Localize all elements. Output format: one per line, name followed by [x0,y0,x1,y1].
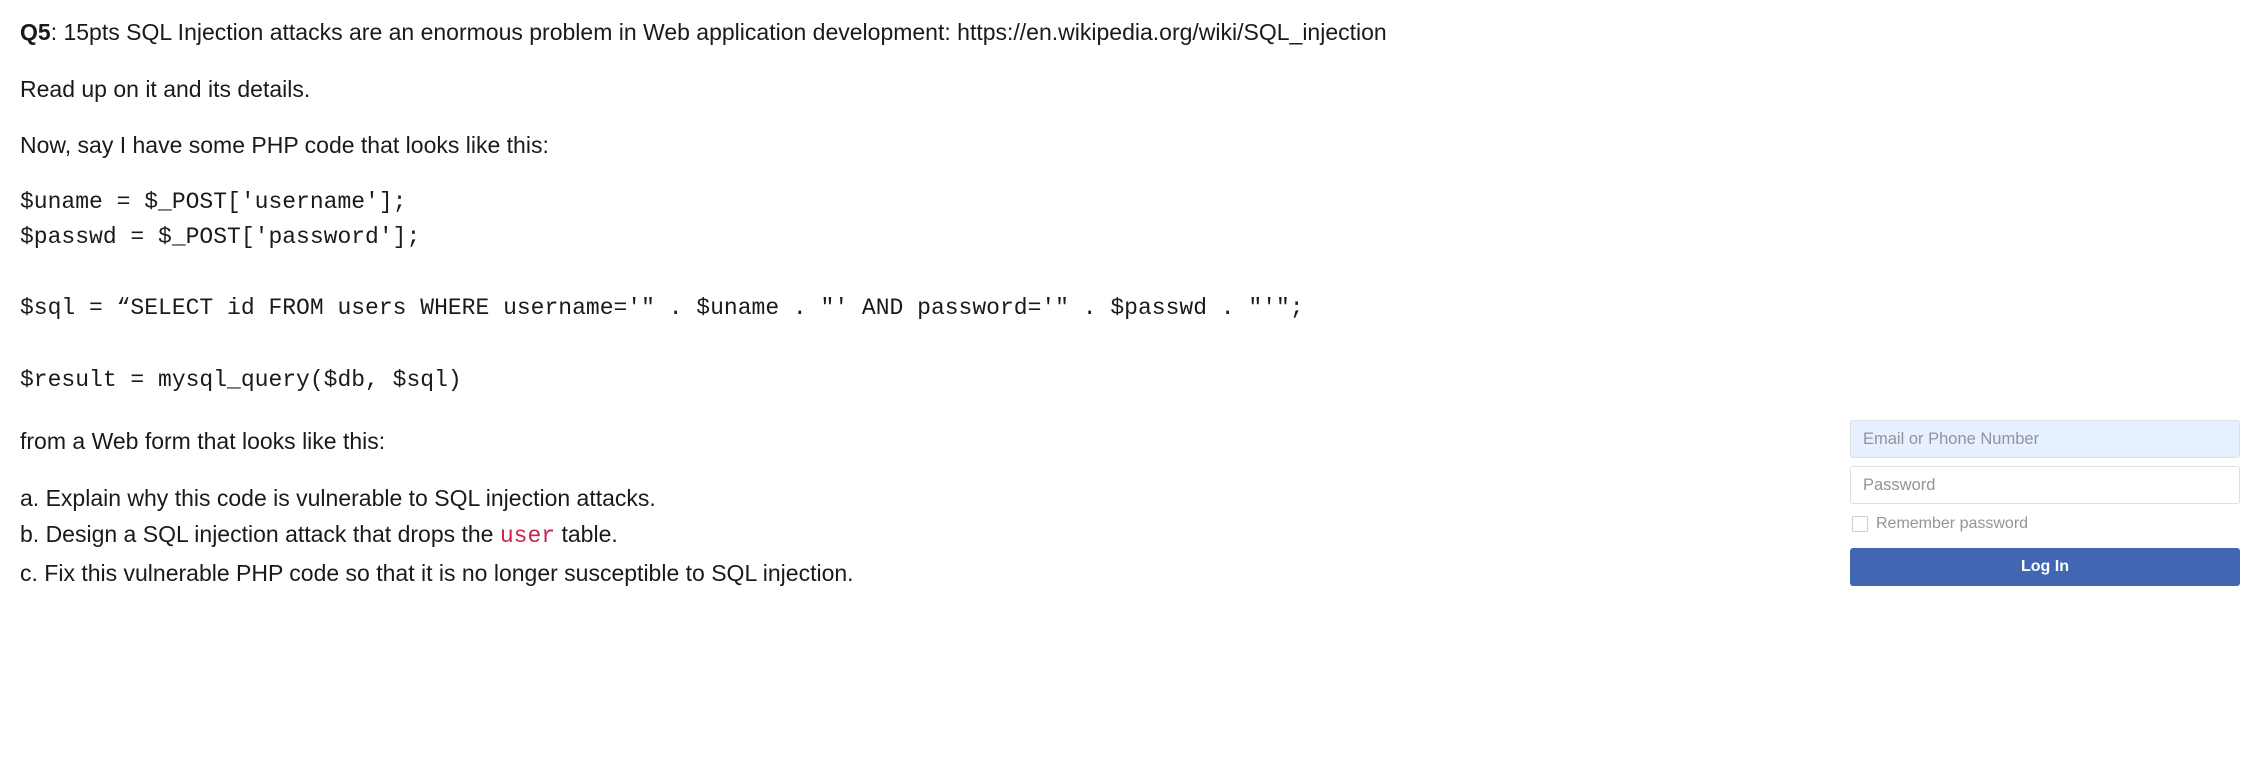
password-field[interactable] [1850,466,2240,504]
login-button[interactable]: Log In [1850,548,2240,586]
part-b-code: user [500,523,555,549]
code-line-2: $passwd = $_POST['password']; [20,224,420,250]
question-content: Q5: 15pts SQL Injection attacks are an e… [20,15,2240,592]
remember-row: Remember password [1850,512,2240,536]
part-b-prefix: b. Design a SQL injection attack that dr… [20,521,500,547]
question-title: Q5: 15pts SQL Injection attacks are an e… [20,15,2240,50]
php-intro-text: Now, say I have some PHP code that looks… [20,128,2240,163]
remember-label: Remember password [1876,512,2028,536]
lower-text-column: from a Web form that looks like this: a.… [20,424,1810,592]
question-label: Q5 [20,19,51,45]
part-b-suffix: table. [555,521,618,547]
part-c: c. Fix this vulnerable PHP code so that … [20,556,1810,591]
part-b: b. Design a SQL injection attack that dr… [20,517,1810,554]
code-line-3: $sql = “SELECT id FROM users WHERE usern… [20,295,1304,321]
php-code-block: $uname = $_POST['username']; $passwd = $… [20,185,2240,399]
email-field[interactable] [1850,420,2240,458]
code-line-1: $uname = $_POST['username']; [20,189,406,215]
lower-row: from a Web form that looks like this: a.… [20,420,2240,592]
form-intro-text: from a Web form that looks like this: [20,424,1810,459]
code-line-4: $result = mysql_query($db, $sql) [20,367,462,393]
remember-checkbox[interactable] [1852,516,1868,532]
question-points: : 15pts [51,19,126,45]
part-a: a. Explain why this code is vulnerable t… [20,481,1810,516]
question-intro: SQL Injection attacks are an enormous pr… [126,19,1387,45]
read-up-text: Read up on it and its details. [20,72,2240,107]
login-form: Remember password Log In [1850,420,2240,586]
